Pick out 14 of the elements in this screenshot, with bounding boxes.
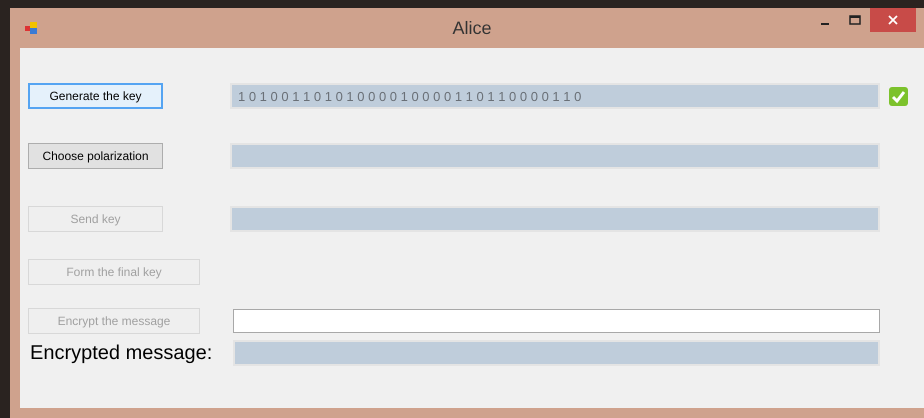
field-label: Encrypted message: <box>30 342 212 364</box>
readonly-field[interactable] <box>230 143 880 169</box>
input-field[interactable] <box>233 309 880 333</box>
window-title: Alice <box>452 18 492 38</box>
readonly-field[interactable] <box>233 340 880 366</box>
app-icon <box>24 21 38 35</box>
minimize-icon <box>821 22 829 24</box>
close-icon <box>888 15 898 25</box>
maximize-icon <box>849 15 861 25</box>
action-button[interactable]: Choose polarization <box>28 143 163 169</box>
close-button[interactable] <box>870 8 916 32</box>
action-button[interactable]: Generate the key <box>28 83 163 109</box>
readonly-field[interactable]: 1 0 1 0 0 1 1 0 1 0 1 0 0 0 0 1 0 0 0 0 1 1 0 1 1 0 0 0 0 1 1 0 <box>230 83 880 109</box>
readonly-field[interactable] <box>230 206 880 232</box>
